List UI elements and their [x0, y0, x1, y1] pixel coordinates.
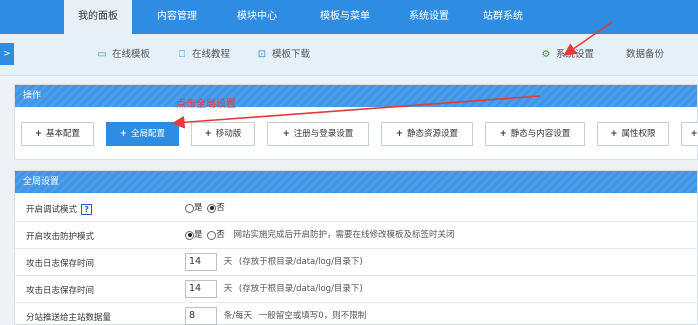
top-nav: 我的面板 内容管理 模块中心 模板与菜单 系统设置 站群系统	[0, 0, 698, 34]
attack-log-retention-control: 14 天 (存放于根目录/data/log/目录下)	[185, 249, 363, 275]
data-backup-label: 数据备份	[626, 49, 665, 60]
sidebar-toggle-button[interactable]: >	[0, 43, 14, 65]
attack-protection-control: 是 否 网站实施完成后开启防护，需要在线修改模板及标签时关闭	[185, 222, 454, 248]
nav-site-group[interactable]: 站群系统	[472, 0, 534, 34]
nav-system-settings[interactable]: 系统设置	[398, 0, 460, 34]
attack-log-retention-2-label: 攻击日志保存时间	[26, 286, 95, 296]
template-download-label: 模板下载	[272, 49, 311, 60]
system-settings-link[interactable]: ⚙ 系统设置	[540, 47, 595, 63]
attribute-permissions-button[interactable]: + 属性权限	[597, 122, 669, 146]
attack-log-retention-2-unit: 天	[223, 284, 233, 294]
setting-row-attack-protection: 开启攻击防护模式 是 否 网站实施完成后开启防护，需要在线修改模板及标签时关闭	[15, 222, 698, 249]
basic-config-button[interactable]: + 基本配置	[21, 122, 94, 146]
online-tutorials-label: 在线教程	[192, 49, 231, 60]
nav-templates-menus[interactable]: 模板与菜单	[308, 0, 382, 34]
global-settings-panel: 全局设置 开启调试模式? 是 否 开启攻击防护模式 是 否 网站实施完成后开启防…	[14, 170, 698, 325]
sub-toolbar: > ▭ 在线模板 ⎕ 在线教程 ⊡ 模板下载 ⚙ 系统设置 数据备份	[0, 34, 698, 76]
template-download-link[interactable]: ⊡ 模板下载	[256, 47, 310, 63]
static-resource-settings-button[interactable]: + 静态资源设置	[381, 122, 473, 146]
setting-row-substation-push-limit: 分站推送给主站数据量 8 条/每天 一般留空或填写0，则不限制	[15, 303, 698, 325]
mobile-version-button[interactable]: + 移动版	[191, 122, 255, 146]
nav-my-panel[interactable]: 我的面板	[64, 0, 132, 34]
monitor-icon: ▭	[97, 49, 107, 60]
attack-log-retention-unit: 天	[223, 257, 233, 267]
setting-row-attack-log-retention-2: 攻击日志保存时间 14 天 (存放于根目录/data/log/目录下)	[15, 276, 698, 303]
substation-push-limit-hint: 一般留空或填写0，则不限制	[258, 311, 367, 321]
attack-log-retention-input[interactable]: 14	[185, 253, 217, 271]
nav-module-center[interactable]: 模块中心	[226, 0, 288, 34]
gear-icon: ⚙	[541, 49, 551, 60]
substation-push-limit-label: 分站推送给主站数据量	[26, 313, 112, 323]
nav-content-management[interactable]: 内容管理	[146, 0, 208, 34]
help-icon[interactable]: ?	[81, 204, 93, 215]
annotation-text: 点击全局设置	[176, 99, 236, 110]
system-settings-label: 系统设置	[556, 49, 595, 60]
config-button-row: + 基本配置 + 全局配置 + 移动版 + 注册与登录设置 + 静态资源设置 + 静态与内容…	[21, 122, 698, 146]
substation-push-limit-control: 8 条/每天 一般留空或填写0，则不限制	[185, 303, 366, 325]
online-templates-label: 在线模板	[112, 49, 151, 60]
attack-log-retention-2-hint: (存放于根目录/data/log/目录下)	[238, 284, 363, 294]
attack-log-retention-2-control: 14 天 (存放于根目录/data/log/目录下)	[185, 276, 363, 302]
global-config-button[interactable]: + 全局配置	[106, 122, 179, 146]
attack-log-retention-label: 攻击日志保存时间	[26, 259, 95, 269]
global-settings-header: 全局设置	[15, 171, 697, 193]
online-templates-link[interactable]: ▭ 在线模板	[96, 47, 150, 63]
book-icon: ⎕	[179, 49, 185, 60]
attack-log-retention-2-input[interactable]: 14	[185, 280, 217, 298]
debug-mode-control: 是 否	[185, 195, 227, 221]
more-button[interactable]: +	[681, 122, 698, 146]
data-backup-link[interactable]: 数据备份	[626, 47, 664, 63]
attack-log-retention-hint: (存放于根目录/data/log/目录下)	[238, 257, 363, 267]
attack-protection-label: 开启攻击防护模式	[26, 232, 95, 242]
operations-header: 操作	[15, 85, 697, 107]
substation-push-limit-input[interactable]: 8	[185, 307, 217, 325]
debug-mode-no-radio[interactable]	[207, 203, 217, 213]
debug-mode-yes-radio[interactable]	[185, 203, 194, 213]
setting-row-debug-mode: 开启调试模式? 是 否	[15, 195, 698, 222]
attack-protection-hint: 网站实施完成后开启防护，需要在线修改模板及标签时关闭	[233, 230, 455, 240]
static-content-settings-button[interactable]: + 静态与内容设置	[485, 122, 585, 146]
setting-row-attack-log-retention: 攻击日志保存时间 14 天 (存放于根目录/data/log/目录下)	[15, 249, 698, 276]
download-icon: ⊡	[257, 49, 267, 60]
attack-protection-yes-radio[interactable]	[185, 230, 194, 240]
attack-protection-no-radio[interactable]	[207, 230, 217, 240]
debug-mode-label: 开启调试模式?	[26, 203, 93, 215]
online-tutorials-link[interactable]: ⎕ 在线教程	[176, 47, 230, 63]
register-login-settings-button[interactable]: + 注册与登录设置	[267, 122, 369, 146]
operations-panel: 操作 + 基本配置 + 全局配置 + 移动版 + 注册与登录设置 + 静态资源设置 + 静态…	[14, 84, 698, 160]
substation-push-limit-unit: 条/每天	[223, 311, 253, 321]
